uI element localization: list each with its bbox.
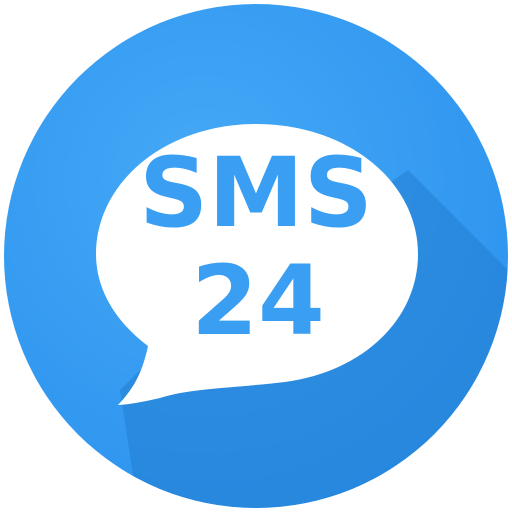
number-label: 24 [191, 245, 325, 357]
app-icon-graphic: SMS 24 [4, 4, 508, 508]
sms24-app-icon[interactable]: SMS 24 [0, 0, 512, 512]
sms-label: SMS [139, 137, 373, 249]
